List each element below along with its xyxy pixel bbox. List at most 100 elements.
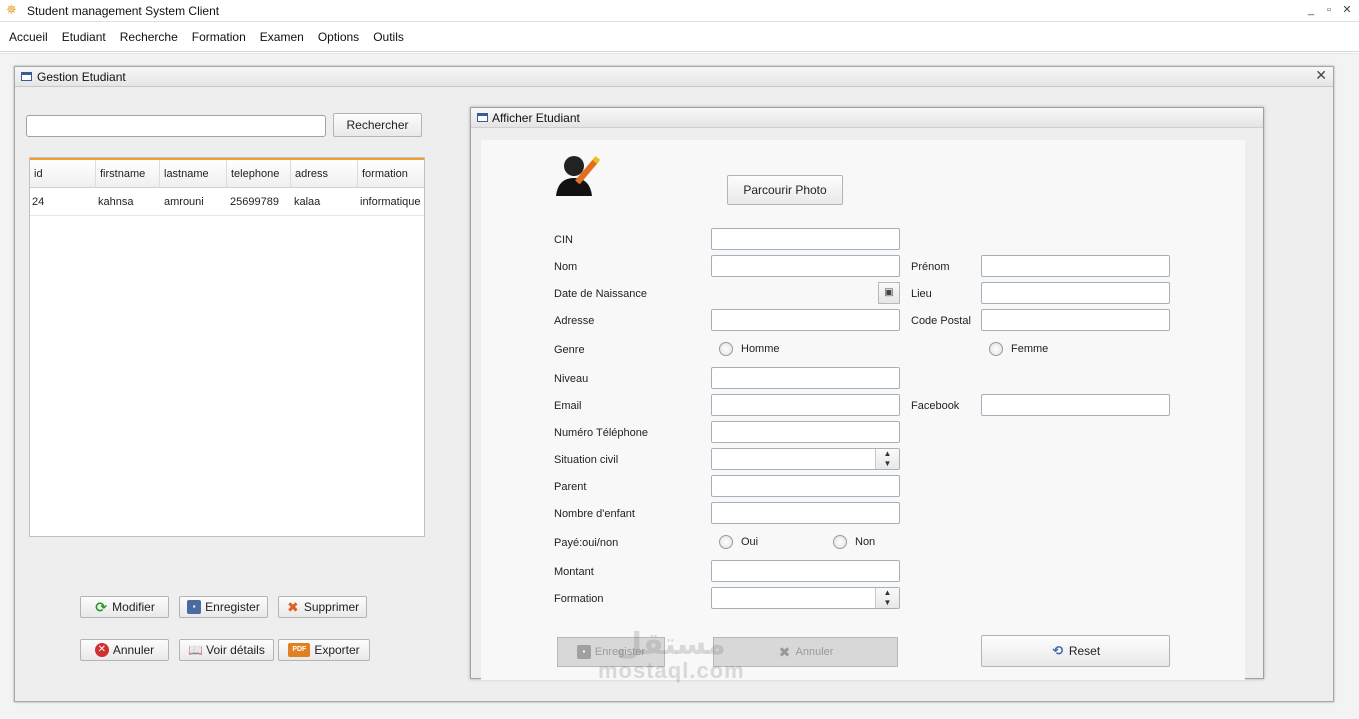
reset-label: Reset bbox=[1068, 644, 1101, 658]
column-header-formation[interactable]: formation bbox=[358, 160, 424, 187]
parcourir-photo-button[interactable]: Parcourir Photo bbox=[727, 175, 843, 205]
window-titlebar: ✵ Student management System Client _ ▫ ✕ bbox=[0, 0, 1359, 22]
watermark-arabic: مستقل bbox=[616, 628, 726, 661]
parent-field[interactable] bbox=[711, 475, 900, 497]
frame-window-icon bbox=[477, 113, 488, 122]
paye-non-radio[interactable] bbox=[833, 535, 847, 549]
niveau-field[interactable] bbox=[711, 367, 900, 389]
column-header-telephone[interactable]: telephone bbox=[227, 160, 291, 187]
code-postal-field[interactable] bbox=[981, 309, 1170, 331]
rechercher-button[interactable]: Rechercher bbox=[333, 113, 422, 137]
menu-accueil[interactable]: Accueil bbox=[2, 26, 55, 51]
label-situation-civil: Situation civil bbox=[554, 454, 619, 466]
label-parent: Parent bbox=[554, 481, 587, 493]
modifier-button[interactable]: ⟳ Modifier bbox=[80, 596, 169, 618]
table-row[interactable]: 24 kahnsa amrouni 25699789 kalaa informa… bbox=[30, 188, 424, 216]
close-icon[interactable]: ✕ bbox=[1315, 67, 1327, 84]
cell-lastname: amrouni bbox=[164, 196, 204, 208]
cell-telephone: 25699789 bbox=[230, 196, 279, 208]
spinner-arrows-icon[interactable]: ▲ ▼ bbox=[875, 449, 899, 469]
label-homme: Homme bbox=[741, 343, 780, 355]
nom-field[interactable] bbox=[711, 255, 900, 277]
label-genre: Genre bbox=[554, 344, 585, 356]
cin-field[interactable] bbox=[711, 228, 900, 250]
voir-details-label: Voir détails bbox=[206, 643, 265, 657]
numero-telephone-field[interactable] bbox=[711, 421, 900, 443]
label-nom: Nom bbox=[554, 261, 578, 273]
menu-recherche[interactable]: Recherche bbox=[113, 26, 185, 51]
exporter-label: Exporter bbox=[314, 643, 360, 657]
menu-examen[interactable]: Examen bbox=[253, 26, 311, 51]
cancel-icon: ✕ bbox=[94, 643, 109, 657]
adresse-field[interactable] bbox=[711, 309, 900, 331]
column-header-adress[interactable]: adress bbox=[291, 160, 358, 187]
lieu-field[interactable] bbox=[981, 282, 1170, 304]
email-field[interactable] bbox=[711, 394, 900, 416]
montant-field[interactable] bbox=[711, 560, 900, 582]
genre-homme-radio[interactable] bbox=[719, 342, 733, 356]
reset-button[interactable]: ⟲ Reset bbox=[981, 635, 1170, 667]
formation-select[interactable]: ▲ ▼ bbox=[711, 587, 900, 609]
label-code-postal: Code Postal bbox=[911, 315, 971, 327]
pdf-icon: PDF bbox=[288, 643, 311, 657]
supprimer-label: Supprimer bbox=[303, 600, 360, 614]
app-sun-icon: ✵ bbox=[6, 2, 17, 17]
restore-icon[interactable]: ▫ bbox=[1323, 3, 1335, 17]
supprimer-button[interactable]: ✖ Supprimer bbox=[278, 596, 367, 618]
label-prenom: Prénom bbox=[911, 261, 950, 273]
minimize-icon[interactable]: _ bbox=[1305, 3, 1317, 17]
close-icon[interactable]: ✕ bbox=[1341, 3, 1353, 17]
nombre-enfant-field[interactable] bbox=[711, 502, 900, 524]
delete-x-icon: ✖ bbox=[778, 644, 791, 660]
parcourir-photo-label: Parcourir Photo bbox=[743, 183, 827, 197]
date-naissance-field[interactable]: ▣ bbox=[711, 282, 900, 304]
refresh-icon: ⟳ bbox=[95, 599, 108, 615]
modifier-label: Modifier bbox=[112, 600, 155, 614]
enregister-button[interactable]: ▪ Enregister bbox=[179, 596, 268, 618]
exporter-button[interactable]: PDF Exporter bbox=[278, 639, 370, 661]
afficher-frame-title: Afficher Etudiant bbox=[492, 111, 580, 125]
cell-adress: kalaa bbox=[294, 196, 321, 208]
calendar-icon[interactable]: ▣ bbox=[878, 282, 900, 304]
cell-firstname: kahnsa bbox=[98, 196, 134, 208]
floppy-disk-icon: ▪ bbox=[576, 645, 591, 659]
column-header-firstname[interactable]: firstname bbox=[96, 160, 160, 187]
label-adresse: Adresse bbox=[554, 315, 595, 327]
student-form: Parcourir Photo CIN Nom Date de Naissanc… bbox=[481, 140, 1245, 683]
label-paye: Payé:oui/non bbox=[554, 537, 619, 549]
spinner-arrows-icon[interactable]: ▲ ▼ bbox=[875, 588, 899, 608]
label-facebook: Facebook bbox=[911, 400, 960, 412]
table-header: id firstname lastname telephone adress f… bbox=[30, 158, 424, 188]
reset-broom-icon: ⟲ bbox=[1052, 643, 1064, 658]
menu-formation[interactable]: Formation bbox=[185, 26, 253, 51]
label-date-naissance: Date de Naissance bbox=[554, 288, 647, 300]
window-controls: _ ▫ ✕ bbox=[1305, 3, 1353, 17]
label-nombre-enfant: Nombre d'enfant bbox=[554, 508, 635, 520]
voir-details-button[interactable]: 📖 Voir détails bbox=[179, 639, 274, 661]
delete-x-icon: ✖ bbox=[286, 599, 299, 615]
menu-outils[interactable]: Outils bbox=[366, 26, 411, 51]
gestion-frame-title: Gestion Etudiant bbox=[37, 70, 126, 84]
situation-civil-select[interactable]: ▲ ▼ bbox=[711, 448, 900, 470]
genre-femme-radio[interactable] bbox=[989, 342, 1003, 356]
watermark-latin: mostaql.com bbox=[598, 658, 745, 683]
rechercher-label: Rechercher bbox=[346, 118, 409, 132]
paye-oui-radio[interactable] bbox=[719, 535, 733, 549]
label-formation: Formation bbox=[554, 593, 604, 605]
column-header-lastname[interactable]: lastname bbox=[160, 160, 227, 187]
search-input[interactable] bbox=[26, 115, 326, 137]
label-montant: Montant bbox=[554, 566, 594, 578]
menu-etudiant[interactable]: Etudiant bbox=[55, 26, 113, 51]
facebook-field[interactable] bbox=[981, 394, 1170, 416]
form-annuler-label: Annuler bbox=[795, 646, 834, 658]
afficher-etudiant-frame: Afficher Etudiant Parcourir Photo CIN No… bbox=[470, 107, 1264, 683]
students-table: id firstname lastname telephone adress f… bbox=[29, 157, 425, 537]
menu-options[interactable]: Options bbox=[311, 26, 366, 51]
afficher-frame-titlebar: Afficher Etudiant bbox=[471, 108, 1263, 128]
cell-formation: informatique bbox=[360, 196, 421, 208]
prenom-field[interactable] bbox=[981, 255, 1170, 277]
annuler-button[interactable]: ✕ Annuler bbox=[80, 639, 169, 661]
column-header-id[interactable]: id bbox=[30, 160, 96, 187]
annuler-label: Annuler bbox=[112, 643, 155, 657]
label-email: Email bbox=[554, 400, 582, 412]
